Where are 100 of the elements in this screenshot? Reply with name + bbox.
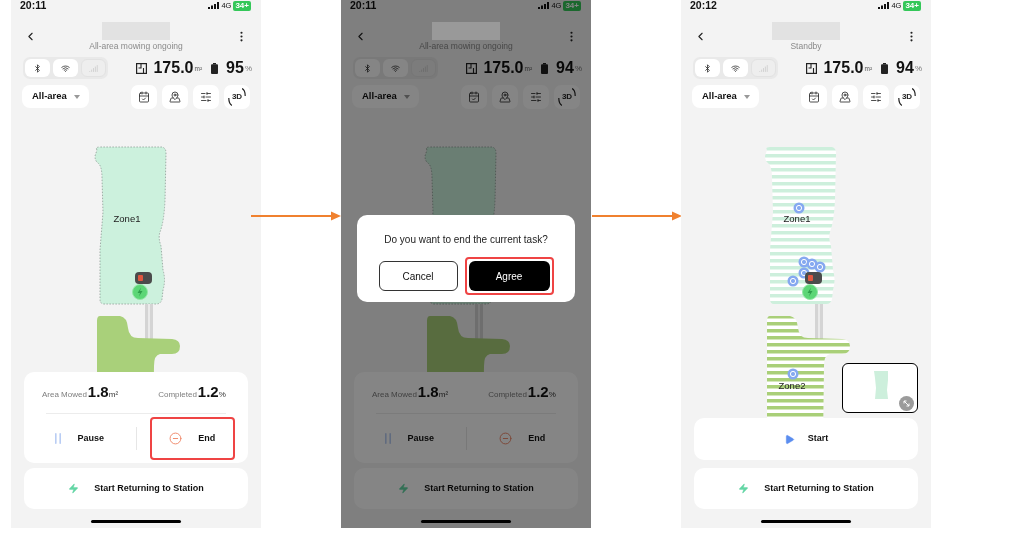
map-pin-icon [839,90,851,103]
zone-dropdown[interactable]: All-area [22,85,89,108]
battery-indicator: 34+ [233,0,251,11]
signal-icon [878,2,890,9]
stat-value: 1.2 [197,384,219,399]
zone-dropdown[interactable]: All-area [352,85,419,108]
stat-label: Area Mowed [371,389,417,401]
end-button[interactable]: End [169,431,216,446]
zone-dropdown[interactable]: All-area [692,85,759,108]
stat-value: 1.8 [417,384,439,399]
play-icon [783,433,795,445]
expand-icon[interactable] [899,396,914,411]
sliders-icon [530,90,542,103]
calendar-check-icon [468,90,480,103]
stat-label: Completed [158,389,197,401]
bluetooth-icon [33,63,42,73]
zone-label: Zone1 [783,213,811,224]
stat-unit: % [218,390,226,401]
floor-plan-icon [806,62,818,74]
return-to-station-button[interactable]: Start Returning to Station [24,468,248,509]
map-button[interactable] [492,84,518,109]
calendar-check-icon [808,90,820,103]
zone-thumbnail [873,370,889,400]
schedule-button[interactable] [801,84,827,109]
zone-label: Zone2 [778,380,806,391]
mowing-area-value: 175.0 [483,60,524,76]
minus-circle-icon [499,432,513,445]
wifi-icon [391,63,400,73]
map-button[interactable] [162,84,188,109]
view-3d-button[interactable]: 3D [894,84,920,109]
mower-icon [805,272,822,284]
status-time: 20:12 [690,0,717,11]
zone-label: Zone1 [113,213,141,224]
pause-icon [385,433,392,444]
return-to-station-button[interactable]: Start Returning to Station [694,468,918,509]
battery-icon [881,62,889,74]
connection-chip[interactable] [53,59,78,77]
mower-icon [135,272,152,284]
view-3d-button[interactable]: 3D [554,84,580,109]
dock-path [475,304,483,340]
bluetooth-icon [703,63,712,73]
charging-dock-icon [802,284,818,300]
minimap[interactable] [842,363,918,413]
floor-plan-icon [136,62,148,74]
return-to-station-button[interactable]: Start Returning to Station [354,468,578,509]
minus-circle-icon [169,432,183,445]
end-button[interactable]: End [499,431,546,446]
adjust-button[interactable] [523,84,549,109]
battery-value: 94 [556,60,574,76]
mowing-area-value: 175.0 [153,60,194,76]
pause-icon [55,433,62,444]
connection-chip[interactable] [25,59,50,77]
stat-unit: m² [108,390,119,401]
adjust-button[interactable] [193,84,219,109]
connection-chip[interactable] [723,59,748,77]
sliders-icon [870,90,882,103]
battery-icon [541,62,549,74]
adjust-button[interactable] [863,84,889,109]
battery-icon [211,62,219,74]
dialog-message: Do you want to end the current task? [384,234,548,246]
map-button[interactable] [832,84,858,109]
caret-icon [744,94,750,99]
start-button[interactable]: Start [694,418,918,460]
calendar-check-icon [138,90,150,103]
connection-chip[interactable] [695,59,720,77]
status-subtitle: Standby [790,41,822,51]
cellular-signal-icon [89,63,98,73]
location-pin-icon [787,368,799,380]
caret-icon [404,94,410,99]
pause-button[interactable]: Pause [55,431,104,446]
agree-button[interactable]: Agree [468,261,550,291]
sliders-icon [200,90,212,103]
pause-button[interactable]: Pause [385,431,434,446]
cellular-signal-icon [759,63,768,73]
battery-unit: % [574,63,582,75]
schedule-button[interactable] [461,84,487,109]
battery-value: 94 [896,60,914,76]
status-time: 20:11 [350,0,377,11]
battery-indicator: 34+ [563,0,581,11]
view-3d-button[interactable]: 3D [224,84,250,109]
dock-path [145,304,153,340]
status-subtitle: All-area mowing ongoing [89,41,183,51]
battery-unit: % [244,63,252,75]
cancel-button[interactable]: Cancel [378,261,458,291]
wifi-icon [731,63,740,73]
signal-icon [208,2,220,9]
location-pin-icon [793,202,805,214]
schedule-button[interactable] [131,84,157,109]
signal-icon [538,2,550,9]
stat-value: 1.2 [527,384,549,399]
caret-icon [74,94,80,99]
battery-unit: % [914,63,922,75]
connection-chip[interactable] [355,59,380,77]
bluetooth-icon [363,63,372,73]
redacted-block [432,22,500,40]
stat-unit: % [548,390,556,401]
location-pin-icon [814,261,826,273]
lightning-icon [738,483,750,494]
location-pin-icon [787,275,799,287]
mowing-area-value: 175.0 [823,60,864,76]
